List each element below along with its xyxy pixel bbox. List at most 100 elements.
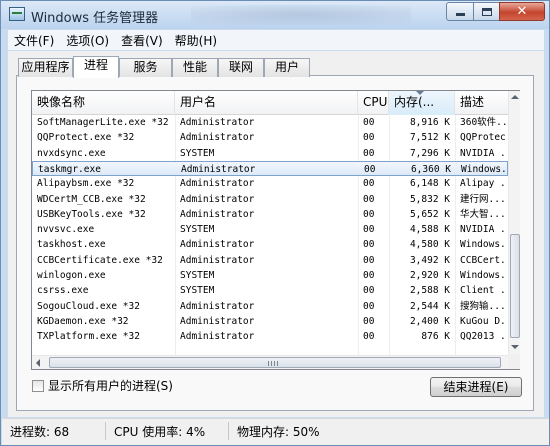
cell-name: QQProtect.exe *32 — [37, 132, 135, 144]
cell-mem: 6,360 K — [410, 163, 451, 175]
cell-cpu: 00 — [363, 270, 375, 281]
table-row[interactable]: CCBCertificate.exe *32 Administrator 00 3,4… — [32, 253, 508, 268]
table-row[interactable]: nvvsvc.exe SYSTEM 00 4,588 K NVIDIA ... — [32, 222, 508, 237]
cell-mem: 2,544 K — [409, 300, 450, 312]
cell-cpu: 00 — [363, 300, 375, 312]
cell-cpu: 00 — [363, 178, 375, 190]
taskmgr-icon — [9, 7, 25, 21]
scroll-left-icon[interactable] — [36, 359, 40, 367]
table-row[interactable]: USBKeyTools.exe *32 Administrator 00 5,652 … — [32, 207, 508, 222]
column-header-user[interactable]: 用户名 — [175, 91, 358, 115]
cell-desc: 搜狗输... — [460, 300, 506, 312]
tab-processes[interactable]: 进程 — [73, 56, 119, 78]
table-row[interactable]: SogouCloud.exe *32 Administrator 00 2,544 K… — [32, 299, 508, 314]
tab-networking[interactable]: 联网 — [218, 58, 264, 77]
tab-users[interactable]: 用户 — [264, 58, 310, 77]
table-row[interactable]: KGDaemon.exe *32 Administrator 00 2,400 K Ku… — [32, 314, 508, 329]
process-list[interactable]: 映像名称 用户名 CPU 内存(... 描述 SoftManagerLite.e… — [31, 90, 520, 370]
cell-desc: Alipay ... — [460, 178, 508, 190]
status-divider — [228, 422, 229, 440]
cell-name: Alipaybsm.exe *32 — [37, 178, 135, 190]
cell-name: SoftManagerLite.exe *32 — [37, 117, 169, 128]
menu-file[interactable]: 文件(F) — [8, 32, 60, 49]
menu-help[interactable]: 帮助(H) — [169, 32, 223, 49]
minimize-icon — [455, 13, 465, 16]
maximize-button[interactable] — [473, 2, 500, 21]
end-process-button[interactable]: 结束进程(E) — [430, 377, 522, 397]
minimize-button[interactable] — [446, 2, 474, 21]
table-row[interactable]: winlogon.exe SYSTEM 00 2,920 K Windows... — [32, 268, 508, 283]
table-row[interactable]: TXPlatform.exe *32 Administrator 00 876 K QQ… — [32, 329, 508, 344]
cell-cpu: 00 — [364, 163, 376, 175]
cell-mem: 2,588 K — [409, 285, 450, 297]
cell-mem: 8,916 K — [409, 117, 450, 128]
table-row[interactable]: SoftManagerLite.exe *32 Administrator 00 8,… — [32, 115, 508, 130]
cell-cpu: 00 — [363, 254, 375, 266]
cell-name: WDCertM_CCB.exe *32 — [37, 193, 146, 205]
cell-user: Administrator — [180, 331, 255, 343]
column-header-name[interactable]: 映像名称 — [32, 91, 175, 115]
cell-desc: QQProtec — [460, 132, 506, 144]
cell-name: taskmgr.exe — [38, 163, 101, 175]
column-header-memory-label: 内存(... — [394, 95, 435, 109]
cell-name: CCBCertificate.exe *32 — [37, 254, 163, 266]
column-header-cpu[interactable]: CPU — [358, 91, 389, 115]
column-header-memory[interactable]: 内存(... — [389, 91, 455, 115]
show-all-users-checkbox[interactable] — [32, 379, 44, 392]
cell-desc: KuGou D... — [460, 315, 508, 327]
table-row[interactable]: taskhost.exe Administrator 00 4,580 K Window… — [32, 237, 508, 252]
cell-cpu: 00 — [363, 193, 375, 205]
tab-applications[interactable]: 应用程序 — [18, 58, 73, 77]
show-all-users-option[interactable]: 显示所有用户的进程(S) — [32, 378, 173, 393]
cell-cpu: 00 — [363, 147, 375, 159]
column-header-description[interactable]: 描述 — [455, 91, 508, 115]
title-bar-glare — [191, 5, 411, 25]
table-row[interactable]: csrss.exe SYSTEM 00 2,588 K Client ... — [32, 283, 508, 298]
vertical-scrollbar[interactable] — [508, 91, 520, 355]
tab-services[interactable]: 服务 — [119, 58, 172, 77]
cell-mem: 4,588 K — [409, 224, 450, 236]
cell-user: Administrator — [180, 178, 255, 190]
cell-user: Administrator — [180, 193, 255, 205]
horizontal-scrollbar[interactable] — [32, 355, 508, 369]
cell-mem: 5,652 K — [409, 208, 450, 220]
status-divider — [105, 422, 106, 440]
cell-desc: 建行网... — [460, 193, 506, 205]
cell-cpu: 00 — [363, 239, 375, 251]
close-button[interactable]: ✕ — [499, 2, 545, 21]
table-row[interactable]: WDCertM_CCB.exe *32 Administrator 00 5,832 … — [32, 192, 508, 207]
title-bar: Windows 任务管理器 ✕ — [1, 1, 549, 29]
table-row[interactable]: Alipaybsm.exe *32 Administrator 00 6,148 K A… — [32, 176, 508, 191]
table-row-selected[interactable]: taskmgr.exe Administrator 00 6,360 K Windows… — [32, 160, 509, 176]
status-cpu-usage: CPU 使用率: 4% — [114, 425, 206, 439]
vertical-scroll-thumb[interactable] — [510, 234, 520, 338]
cell-mem: 5,832 K — [409, 193, 450, 205]
cell-mem: 4,580 K — [409, 239, 450, 251]
menu-options[interactable]: 选项(O) — [60, 32, 115, 49]
cell-cpu: 00 — [363, 331, 375, 343]
cell-desc: QQ2013 ... — [460, 331, 508, 343]
cell-cpu: 00 — [363, 132, 375, 144]
cell-cpu: 00 — [363, 285, 375, 297]
scroll-down-icon[interactable] — [511, 345, 519, 349]
horizontal-scroll-thumb[interactable] — [49, 357, 501, 368]
status-physical-memory: 物理内存: 50% — [237, 425, 320, 439]
table-row[interactable]: nvxdsync.exe SYSTEM 00 7,296 K NVIDIA ... — [32, 146, 508, 161]
cell-user: Administrator — [180, 132, 255, 144]
cell-desc: NVIDIA ... — [460, 147, 508, 159]
close-icon: ✕ — [516, 4, 528, 19]
cell-name: TXPlatform.exe *32 — [37, 331, 140, 343]
cell-name: KGDaemon.exe *32 — [37, 315, 129, 327]
menu-view[interactable]: 查看(V) — [115, 32, 169, 49]
tab-performance[interactable]: 性能 — [172, 58, 218, 77]
cell-cpu: 00 — [363, 208, 375, 220]
status-bar: 进程数: 68 CPU 使用率: 4% 物理内存: 50% — [2, 418, 549, 445]
cell-user: Administrator — [180, 315, 255, 327]
cell-user: Administrator — [180, 208, 255, 220]
cell-name: winlogon.exe — [37, 270, 106, 281]
cell-user: Administrator — [181, 163, 256, 175]
table-row[interactable]: QQProtect.exe *32 Administrator 00 7,512 K Q… — [32, 130, 508, 145]
scroll-up-icon[interactable] — [511, 95, 519, 99]
cell-name: USBKeyTools.exe *32 — [37, 208, 146, 220]
cell-user: SYSTEM — [180, 224, 215, 236]
